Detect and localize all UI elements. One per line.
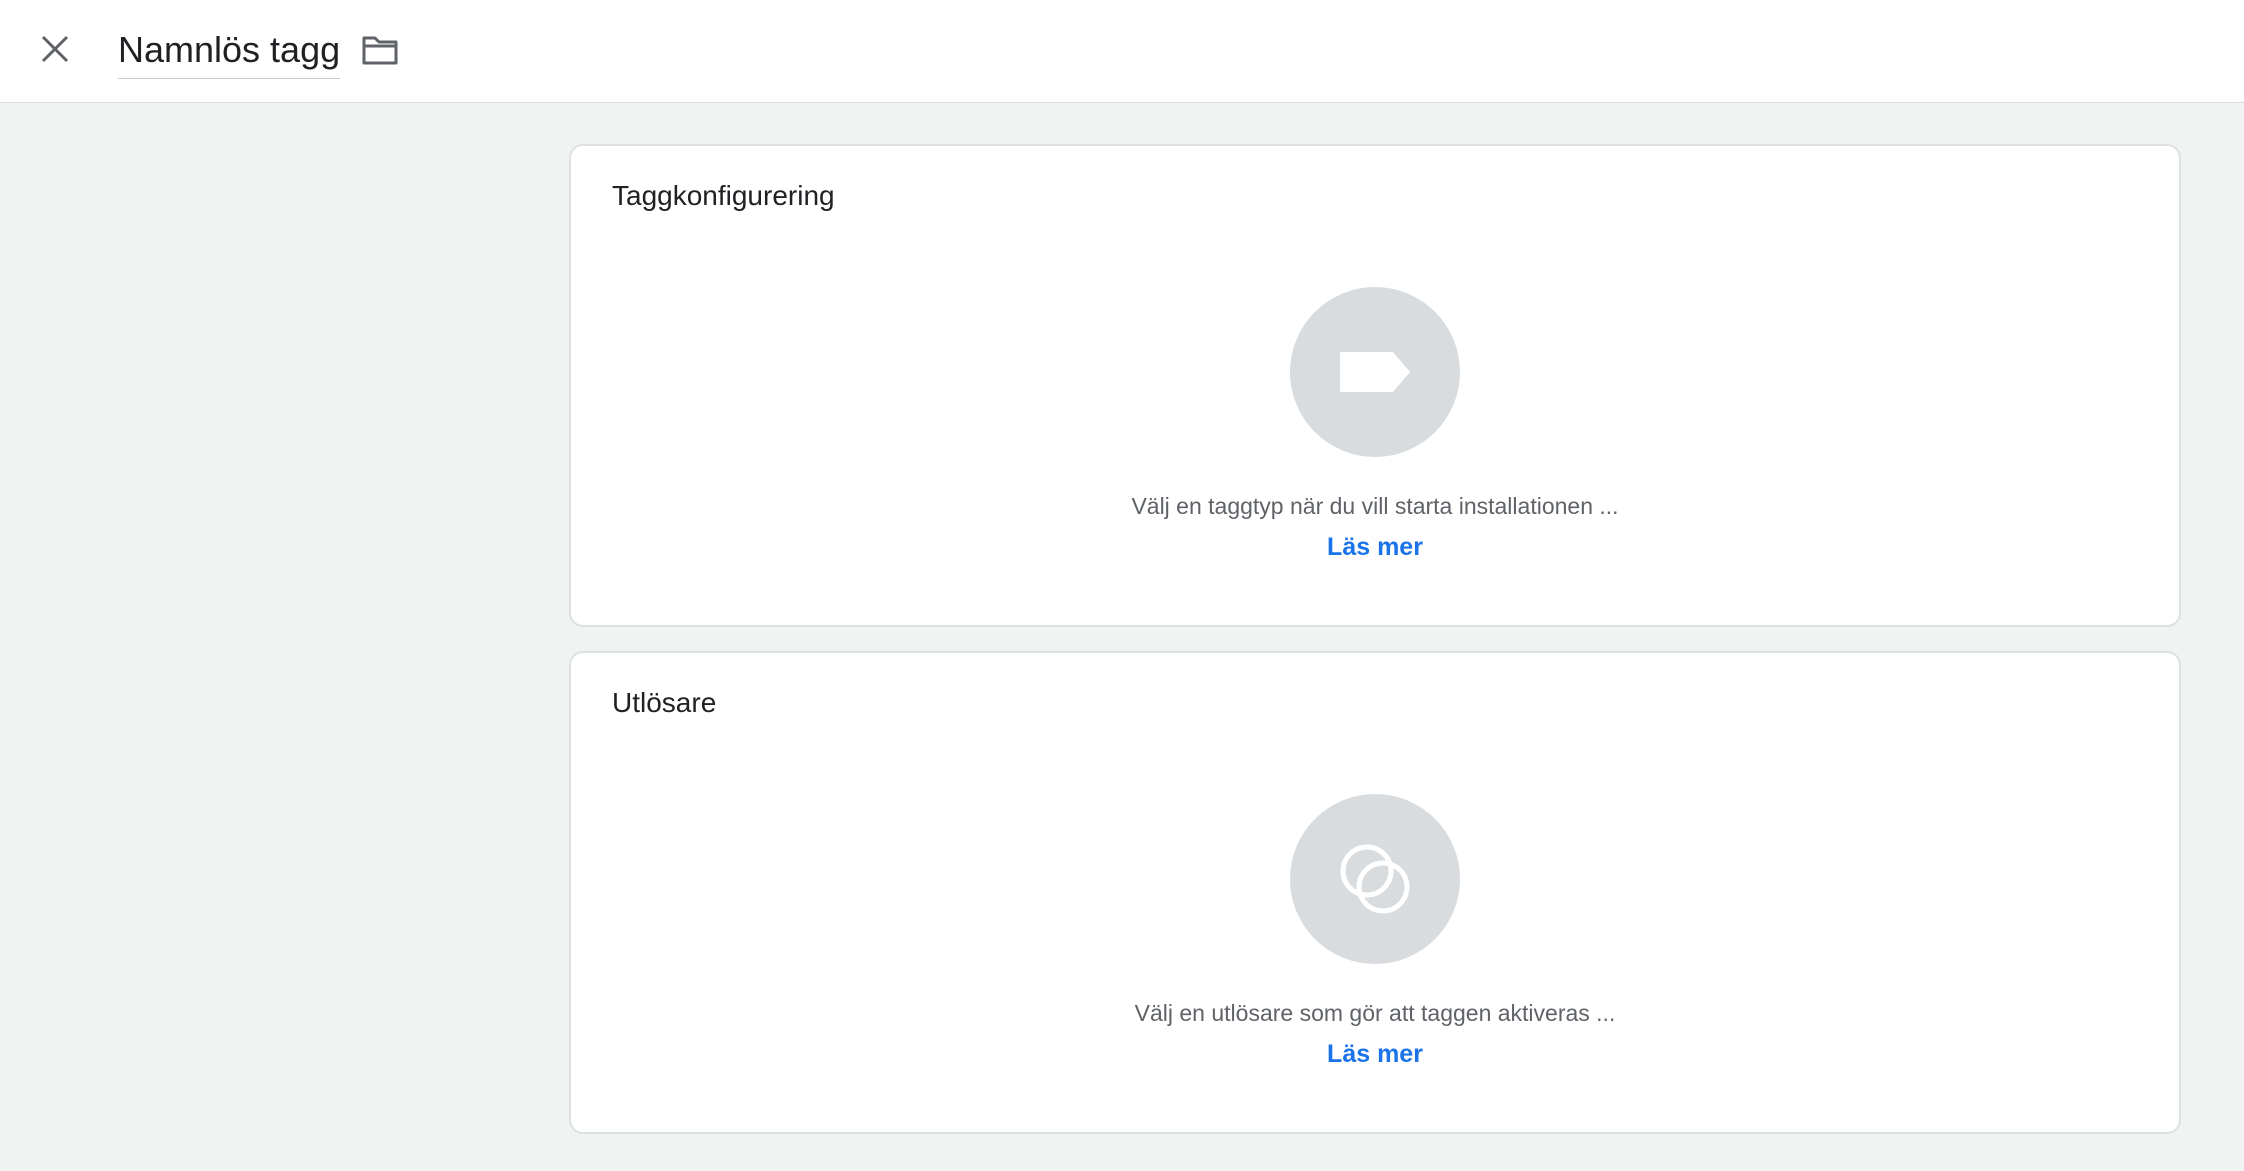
close-icon — [41, 35, 69, 63]
trigger-icon — [1340, 844, 1410, 914]
tag-placeholder-circle — [1290, 287, 1460, 457]
triggers-learn-more-link[interactable]: Läs mer — [1327, 1040, 1423, 1068]
close-button[interactable] — [34, 28, 76, 70]
triggers-title: Utlösare — [612, 687, 717, 718]
top-bar: Namnlös tagg — [0, 0, 2244, 103]
folder-icon — [362, 36, 398, 65]
trigger-placeholder-circle — [1290, 794, 1460, 964]
tag-configuration-learn-more-link[interactable]: Läs mer — [1327, 533, 1423, 561]
tag-icon — [1340, 352, 1410, 392]
tag-name-field[interactable]: Namnlös tagg — [118, 22, 341, 79]
triggers-card[interactable]: Utlösare Välj en utlösare som gör att ta… — [569, 651, 2181, 1134]
tag-configuration-description: Välj en taggtyp när du vill starta insta… — [1131, 493, 1619, 519]
tag-name: Namnlös tagg — [118, 29, 341, 70]
tag-configuration-title: Taggkonfigurering — [612, 180, 835, 211]
triggers-description: Välj en utlösare som gör att taggen akti… — [1134, 1000, 1616, 1026]
tag-configuration-card[interactable]: Taggkonfigurering Välj en taggtyp när du… — [569, 144, 2181, 627]
folder-button[interactable] — [358, 28, 402, 72]
